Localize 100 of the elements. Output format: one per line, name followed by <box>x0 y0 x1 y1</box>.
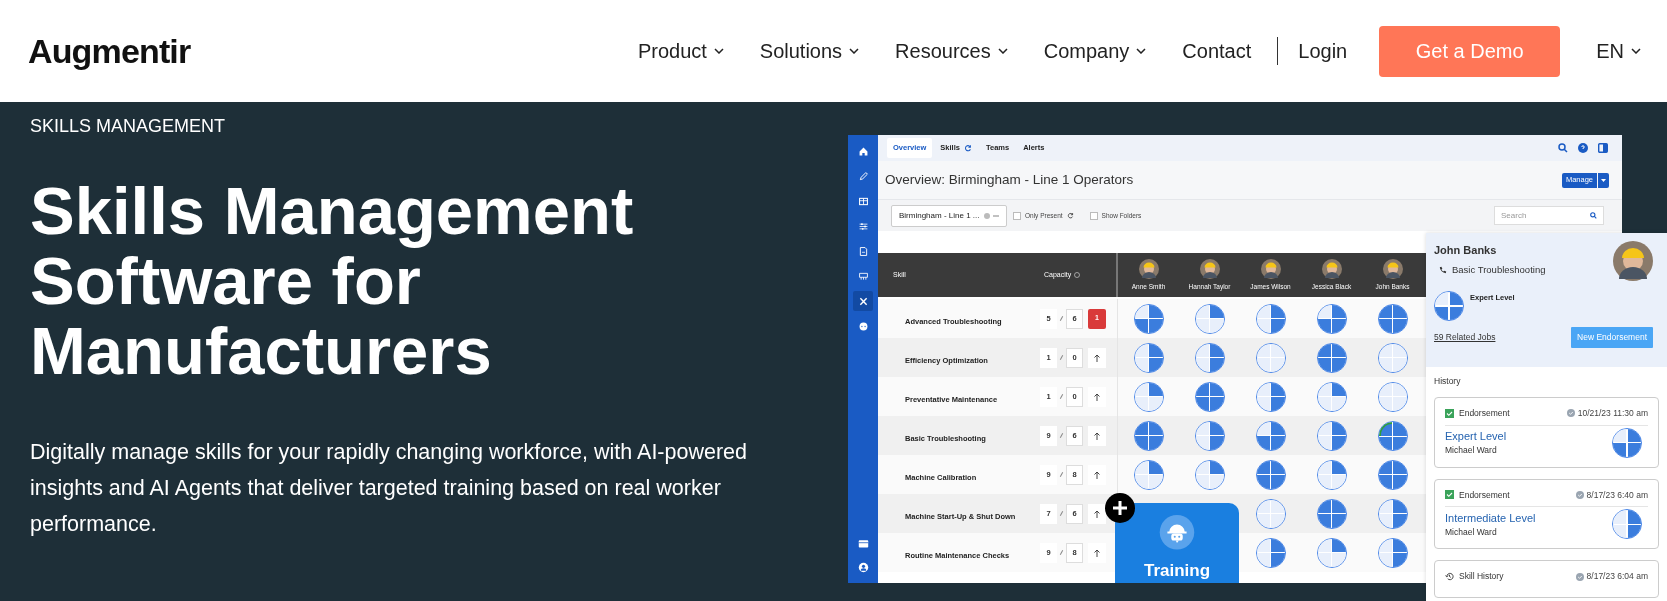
up-arrow-icon <box>1094 509 1100 518</box>
quarter-segment <box>1332 382 1346 396</box>
history-type: Endorsement <box>1459 488 1510 502</box>
search-icon[interactable] <box>1558 143 1568 153</box>
org-chart-icon <box>857 270 869 282</box>
check-circle-icon <box>1575 572 1584 581</box>
quarter-segment <box>1332 421 1346 435</box>
document-icon <box>857 245 869 257</box>
quarter-segment <box>1271 436 1285 450</box>
quarter-segment <box>1613 428 1627 442</box>
quarter-segment <box>1332 358 1346 372</box>
add-icon[interactable] <box>1105 493 1135 523</box>
login-link[interactable]: Login <box>1298 36 1348 66</box>
quarter-segment <box>1134 421 1148 435</box>
logo[interactable]: Augmentir <box>28 25 191 77</box>
user-icon[interactable] <box>857 562 869 573</box>
quarter-segment <box>1256 358 1270 372</box>
quarter-segment <box>1378 304 1392 318</box>
quarter-segment <box>1317 304 1331 318</box>
quarter-segment <box>1332 460 1346 474</box>
quarter-segment <box>1149 319 1163 333</box>
quarter-segment <box>1378 514 1392 528</box>
eyebrow-text: SKILLS MANAGEMENT <box>30 115 227 138</box>
nav-link[interactable]: Resources <box>895 36 1008 66</box>
quarter-segment <box>1271 421 1285 435</box>
quarter-segment <box>1627 510 1641 524</box>
nav-link[interactable]: Contact <box>1182 36 1252 66</box>
quarter-segment <box>1256 421 1270 435</box>
quarter-segment <box>1378 538 1392 552</box>
quarter-segment <box>1378 319 1392 333</box>
quarter-segment <box>1195 382 1209 396</box>
quarter-segment <box>1378 460 1392 474</box>
endorsement-level[interactable]: Intermediate Level <box>1445 509 1536 527</box>
quarter-segment <box>1271 343 1285 357</box>
check-circle-icon <box>1575 490 1584 499</box>
panel-icon[interactable] <box>1598 143 1608 153</box>
quarter-segment <box>1393 304 1407 318</box>
quarter-segment <box>1210 460 1224 474</box>
avatar-icon <box>1321 258 1342 279</box>
quarter-segment <box>1393 343 1407 357</box>
card-icon[interactable] <box>857 538 869 549</box>
quarter-segment <box>1378 382 1392 396</box>
quarter-segment <box>1317 358 1331 372</box>
related-jobs-link[interactable]: 59 Related Jobs <box>1434 330 1496 344</box>
sidebar-item[interactable] <box>853 291 873 311</box>
help-icon[interactable] <box>1578 143 1588 153</box>
quarter-segment <box>1317 436 1331 450</box>
quarter-segment <box>1210 475 1224 489</box>
checkbox[interactable] <box>1013 211 1021 220</box>
up-arrow-icon <box>1094 431 1100 440</box>
hero-description: Digitally manage skills for your rapidly changing workforce, with AI-powered insights and AI Agents that deliver targeted training based on real worker performance. <box>30 439 748 538</box>
quarter-segment <box>1317 382 1331 396</box>
language-selector[interactable]: EN <box>1596 36 1641 66</box>
quarter-segment <box>1210 358 1224 372</box>
avatar-icon <box>1260 258 1281 279</box>
quarter-segment <box>1134 319 1148 333</box>
quarter-segment <box>1210 436 1224 450</box>
quarter-segment <box>1435 291 1449 305</box>
quarter-segment <box>1393 382 1407 396</box>
quarter-segment <box>1393 437 1407 450</box>
quarter-segment <box>1317 553 1331 567</box>
search-field[interactable]: Search <box>1494 206 1604 225</box>
nav-link[interactable]: Solutions <box>759 36 860 66</box>
quarter-segment <box>1378 343 1392 357</box>
nav-link[interactable]: Product <box>637 36 724 66</box>
quarter-segment <box>1317 421 1331 435</box>
nav-link[interactable]: Company <box>1043 36 1147 66</box>
checkbox[interactable] <box>1089 211 1098 220</box>
home-icon <box>857 145 869 157</box>
quarter-segment <box>1393 421 1407 436</box>
quarter-segment <box>1393 358 1407 372</box>
caret-icon <box>1601 178 1606 182</box>
quarter-segment <box>1332 553 1346 567</box>
chat-icon <box>857 320 869 332</box>
increase-button[interactable] <box>1088 503 1106 524</box>
endorsement-level[interactable]: Expert Level <box>1445 427 1507 445</box>
quarter-segment <box>1134 304 1148 318</box>
quarter-segment <box>1449 306 1463 320</box>
training-card[interactable]: Training <box>1115 503 1239 583</box>
manage-dropdown-button[interactable] <box>1598 172 1609 188</box>
quarter-segment <box>1393 538 1407 552</box>
quarter-segment <box>1332 304 1346 318</box>
table-icon <box>857 195 869 207</box>
quarter-segment <box>1195 343 1209 357</box>
quarter-segment <box>1134 436 1148 450</box>
up-arrow-icon <box>1094 548 1100 557</box>
quarter-segment <box>1210 343 1224 357</box>
quarter-segment <box>1149 343 1163 357</box>
up-arrow-icon <box>1094 392 1100 401</box>
quarter-segment <box>1256 397 1270 411</box>
quarter-segment <box>1613 510 1627 524</box>
quarter-segment <box>1393 553 1407 567</box>
quarter-segment <box>1256 475 1270 489</box>
quarter-segment <box>1210 319 1224 333</box>
quarter-segment <box>1317 319 1331 333</box>
quarter-segment <box>1256 436 1270 450</box>
quarter-segment <box>1134 397 1148 411</box>
quarter-segment <box>1256 499 1270 513</box>
quarter-segment <box>1195 436 1209 450</box>
quarter-segment <box>1271 397 1285 411</box>
